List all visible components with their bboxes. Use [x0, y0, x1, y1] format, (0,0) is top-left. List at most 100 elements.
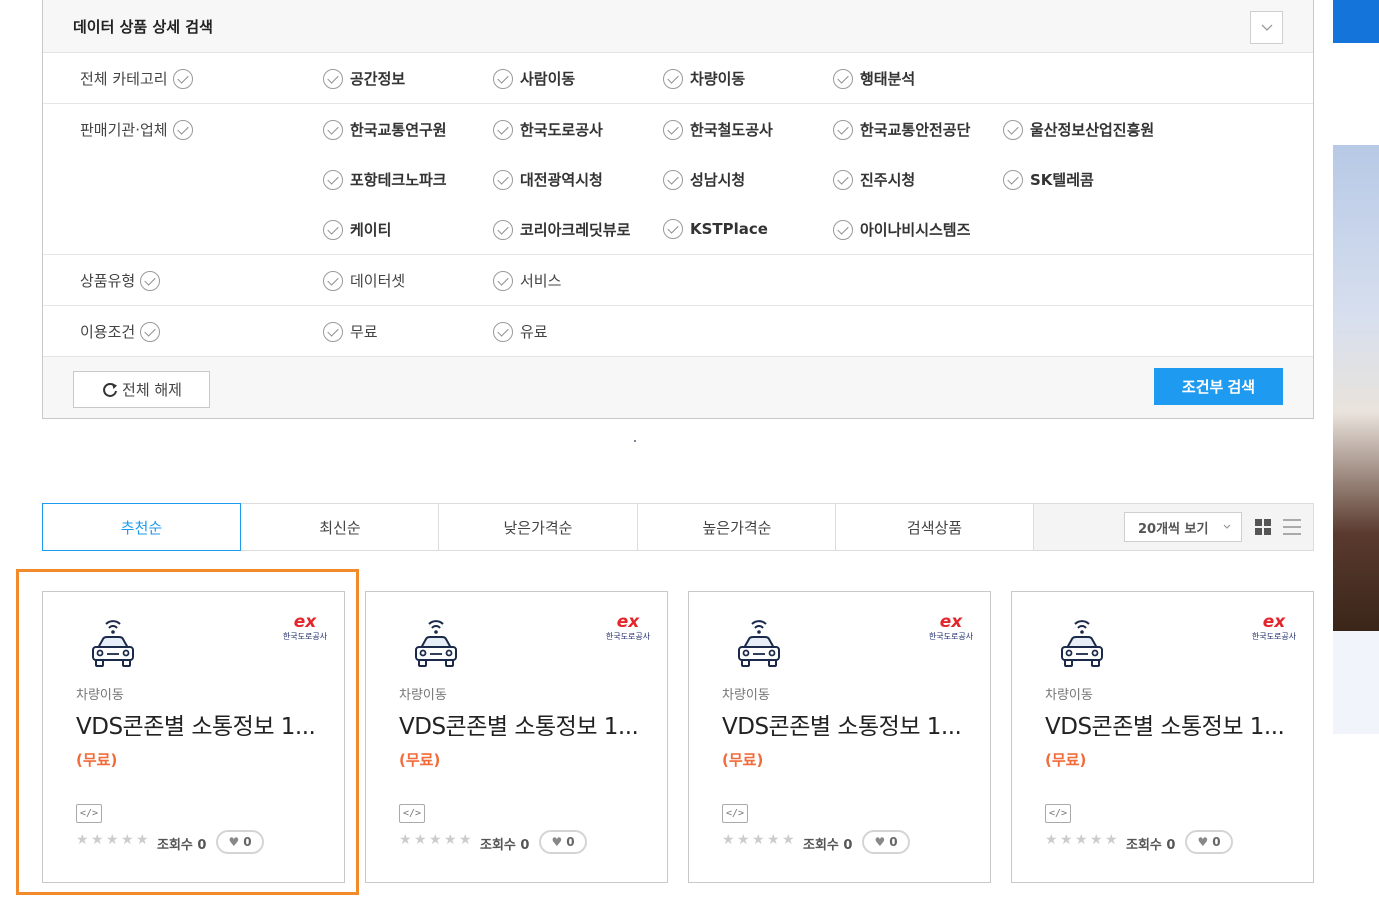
option-checkbox[interactable]: 차량이동 — [663, 68, 745, 89]
refresh-icon — [103, 382, 118, 397]
check-circle-icon — [493, 270, 513, 291]
filter-label-category[interactable]: 전체 카테고리 — [80, 68, 193, 89]
filter-label-usage[interactable]: 이용조건 — [80, 321, 161, 342]
check-circle-icon — [140, 321, 161, 342]
option-checkbox[interactable]: 한국교통안전공단 — [833, 119, 970, 140]
svg-text:한국도로공사: 한국도로공사 — [606, 632, 651, 641]
filter-label-product-type[interactable]: 상품유형 — [80, 270, 161, 291]
reset-all-button[interactable]: 전체 해제 — [73, 371, 210, 408]
option-checkbox[interactable]: 대전광역시청 — [493, 169, 603, 190]
filter-label-seller[interactable]: 판매기관·업체 — [80, 119, 193, 140]
product-card[interactable]: ex 한국도로공사 차량이동 VDS콘존별 소통정보 1... (무료) </>… — [365, 591, 668, 883]
option-checkbox[interactable]: 공간정보 — [323, 68, 405, 89]
rating-stars: ★ ★ ★ ★ ★ — [1045, 833, 1120, 848]
card-title[interactable]: VDS콘존별 소통정보 1... — [76, 707, 316, 741]
star-icon: ★ — [1075, 832, 1088, 848]
check-circle-icon — [323, 68, 343, 89]
option-checkbox[interactable]: 무료 — [323, 321, 378, 342]
check-circle-icon — [833, 119, 853, 140]
star-icon: ★ — [1105, 832, 1118, 848]
check-circle-icon — [1003, 119, 1023, 140]
card-title[interactable]: VDS콘존별 소통정보 1... — [1045, 707, 1285, 741]
option-checkbox[interactable]: 한국도로공사 — [493, 119, 603, 140]
card-price: (무료) — [722, 751, 764, 769]
option-checkbox[interactable]: 코리아크레딧뷰로 — [493, 219, 630, 240]
star-icon: ★ — [737, 832, 750, 848]
expressway-logo: ex 한국도로공사 — [606, 612, 651, 641]
per-page-select[interactable]: 20개씩 보기 — [1124, 512, 1242, 542]
option-checkbox[interactable]: 울산정보산업진흥원 — [1003, 119, 1154, 140]
check-circle-icon — [493, 68, 513, 89]
star-icon: ★ — [429, 832, 442, 848]
side-banner-button[interactable] — [1333, 0, 1379, 43]
tab-search-products[interactable]: 검색상품 — [835, 503, 1034, 551]
star-icon: ★ — [1045, 832, 1058, 848]
check-circle-icon — [323, 219, 343, 240]
heart-icon: ♥ — [874, 835, 886, 849]
check-circle-icon — [833, 68, 853, 89]
view-count: 조회수 0 — [157, 838, 207, 853]
star-icon: ★ — [91, 832, 104, 848]
collapse-button[interactable] — [1250, 11, 1283, 44]
option-checkbox[interactable]: 케이티 — [323, 219, 391, 240]
rating-stars: ★ ★ ★ ★ ★ — [399, 833, 474, 848]
filter-row-category: 전체 카테고리 공간정보 사람이동 차량이동 행태분석 — [43, 53, 1313, 104]
svg-text:ex: ex — [1263, 612, 1287, 632]
option-checkbox[interactable]: 행태분석 — [833, 68, 915, 89]
panel-header: 데이터 상품 상세 검색 — [43, 0, 1313, 53]
option-checkbox[interactable]: 진주시청 — [833, 169, 915, 190]
code-icon: </> — [399, 804, 425, 823]
option-checkbox[interactable]: SK텔레콤 — [1003, 169, 1094, 190]
check-circle-icon — [833, 169, 853, 190]
card-title[interactable]: VDS콘존별 소통정보 1... — [722, 707, 962, 741]
like-button[interactable]: ♥ 0 — [1185, 830, 1233, 854]
product-card[interactable]: ex 한국도로공사 차량이동 VDS콘존별 소통정보 1... (무료) </>… — [42, 591, 345, 883]
option-checkbox[interactable]: 데이터셋 — [323, 270, 405, 291]
connected-car-icon — [92, 620, 134, 667]
connected-car-icon — [415, 620, 457, 667]
rating-stars: ★ ★ ★ ★ ★ — [722, 833, 797, 848]
like-button[interactable]: ♥ 0 — [862, 830, 910, 854]
product-card[interactable]: ex 한국도로공사 차량이동 VDS콘존별 소통정보 1... (무료) </>… — [688, 591, 991, 883]
panel-footer: 전체 해제 조건부 검색 — [43, 357, 1313, 418]
conditional-search-button[interactable]: 조건부 검색 — [1154, 368, 1283, 405]
check-circle-icon — [323, 270, 343, 291]
option-checkbox[interactable]: 사람이동 — [493, 68, 575, 89]
card-price: (무료) — [399, 751, 441, 769]
like-button[interactable]: ♥ 0 — [539, 830, 587, 854]
check-circle-icon — [493, 119, 513, 140]
tab-high-price[interactable]: 높은가격순 — [637, 503, 836, 551]
option-checkbox[interactable]: 한국교통연구원 — [323, 119, 447, 140]
star-icon: ★ — [767, 832, 780, 848]
check-circle-icon — [833, 219, 853, 240]
check-circle-icon — [493, 321, 513, 342]
tab-latest[interactable]: 최신순 — [240, 503, 439, 551]
star-icon: ★ — [399, 832, 412, 848]
tab-recommended[interactable]: 추천순 — [42, 503, 241, 551]
option-checkbox[interactable]: 성남시청 — [663, 169, 745, 190]
option-checkbox[interactable]: 서비스 — [493, 270, 561, 291]
svg-text:ex: ex — [940, 612, 964, 632]
star-icon: ★ — [121, 832, 134, 848]
filter-row-product-type: 상품유형 데이터셋 서비스 — [43, 255, 1313, 306]
option-checkbox[interactable]: 한국철도공사 — [663, 119, 773, 140]
product-card[interactable]: ex 한국도로공사 차량이동 VDS콘존별 소통정보 1... (무료) </>… — [1011, 591, 1314, 883]
check-circle-icon — [663, 68, 683, 89]
check-circle-icon — [172, 119, 193, 140]
check-circle-icon — [323, 169, 343, 190]
code-icon: </> — [722, 804, 748, 823]
side-banner-footer — [1333, 631, 1379, 734]
expressway-logo: ex 한국도로공사 — [283, 612, 328, 641]
option-checkbox[interactable]: KSTPlace — [663, 219, 768, 239]
option-checkbox[interactable]: 유료 — [493, 321, 548, 342]
filter-row-seller: 판매기관·업체 한국교통연구원 한국도로공사 한국철도공사 한국교통안전공단 울… — [43, 104, 1313, 255]
option-checkbox[interactable]: 포항테크노파크 — [323, 169, 447, 190]
list-view-icon[interactable] — [1283, 519, 1301, 535]
star-icon: ★ — [722, 832, 735, 848]
like-button[interactable]: ♥ 0 — [216, 830, 264, 854]
tab-low-price[interactable]: 낮은가격순 — [438, 503, 637, 551]
filter-row-usage: 이용조건 무료 유료 — [43, 306, 1313, 357]
grid-view-icon[interactable] — [1255, 519, 1271, 535]
option-checkbox[interactable]: 아이나비시스템즈 — [833, 219, 970, 240]
card-title[interactable]: VDS콘존별 소통정보 1... — [399, 707, 639, 741]
